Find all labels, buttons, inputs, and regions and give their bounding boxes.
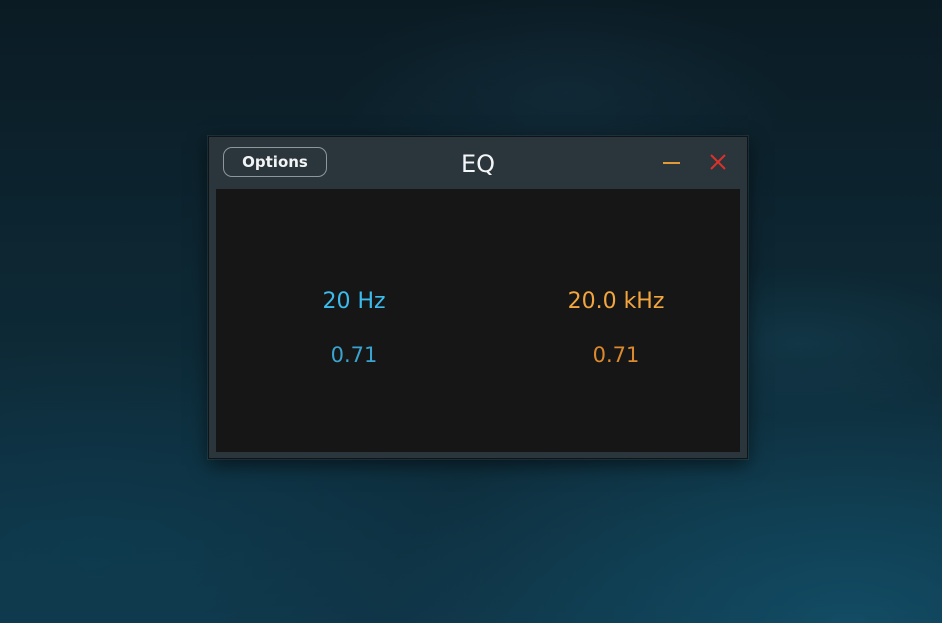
high-band-q[interactable]: 0.71 xyxy=(506,342,726,368)
high-band-frequency[interactable]: 20.0 kHz xyxy=(506,288,726,316)
close-icon xyxy=(710,154,726,170)
minimize-icon xyxy=(663,162,680,164)
title-bar[interactable]: Options EQ xyxy=(209,137,747,189)
minimize-button[interactable] xyxy=(661,151,683,173)
eq-panel: 20 Hz 0.71 20.0 kHz 0.71 xyxy=(216,189,740,452)
eq-window: Options EQ 20 Hz 0.71 20.0 kHz 0.71 xyxy=(208,136,748,459)
close-button[interactable] xyxy=(707,151,729,173)
low-band-q[interactable]: 0.71 xyxy=(244,342,464,368)
low-band-frequency[interactable]: 20 Hz xyxy=(244,288,464,316)
